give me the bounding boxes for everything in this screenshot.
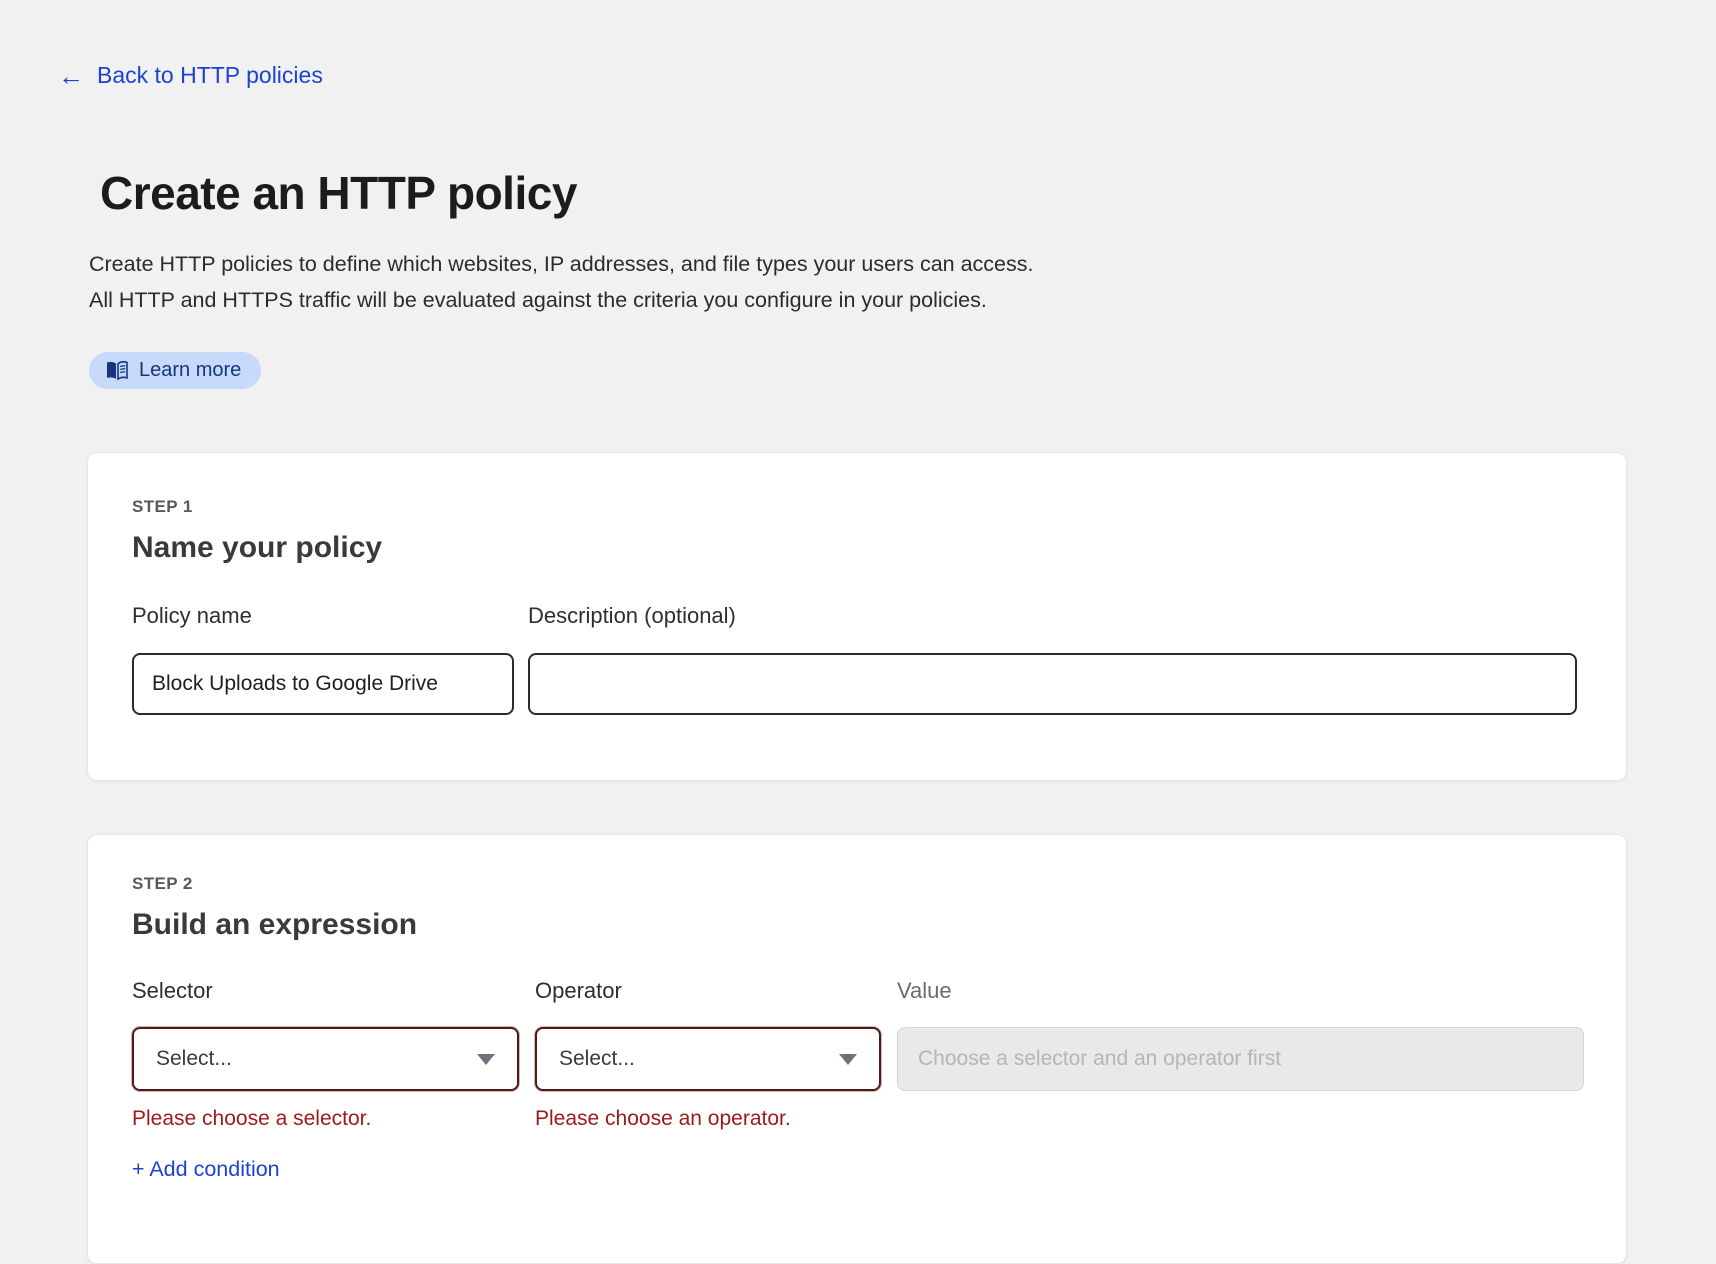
page-description-line2: All HTTP and HTTPS traffic will be evalu… [89, 282, 1033, 318]
book-icon [105, 361, 129, 381]
page-description: Create HTTP policies to define which web… [89, 246, 1033, 318]
description-label: Description (optional) [528, 603, 1577, 629]
description-input[interactable] [528, 653, 1577, 715]
step1-heading: Name your policy [132, 531, 1582, 565]
learn-more-button[interactable]: Learn more [89, 352, 261, 389]
operator-dropdown-value: Select... [559, 1047, 635, 1071]
value-input [897, 1027, 1584, 1091]
page-description-line1: Create HTTP policies to define which web… [89, 246, 1033, 282]
selector-label: Selector [132, 978, 519, 1004]
chevron-down-icon [839, 1054, 857, 1065]
selector-error-message: Please choose a selector. [132, 1107, 519, 1131]
step2-card: STEP 2 Build an expression Selector Oper… [87, 834, 1627, 1264]
selector-dropdown-value: Select... [156, 1047, 232, 1071]
back-arrow-icon: ← [58, 63, 84, 89]
step2-heading: Build an expression [132, 908, 1582, 942]
add-condition-link[interactable]: + Add condition [132, 1157, 280, 1182]
policy-name-input[interactable] [132, 653, 514, 715]
step1-card: STEP 1 Name your policy Policy name Desc… [87, 452, 1627, 781]
step1-label: STEP 1 [132, 497, 1582, 517]
back-link-label: Back to HTTP policies [97, 62, 323, 89]
operator-label: Operator [535, 978, 881, 1004]
back-link[interactable]: ← Back to HTTP policies [58, 62, 323, 89]
operator-dropdown[interactable]: Select... [535, 1027, 881, 1091]
step2-label: STEP 2 [132, 874, 1582, 894]
chevron-down-icon [477, 1054, 495, 1065]
operator-error-message: Please choose an operator. [535, 1107, 881, 1131]
page-title: Create an HTTP policy [100, 166, 577, 220]
selector-dropdown[interactable]: Select... [132, 1027, 519, 1091]
learn-more-label: Learn more [139, 359, 241, 382]
policy-name-label: Policy name [132, 603, 514, 629]
value-label: Value [897, 978, 1584, 1004]
